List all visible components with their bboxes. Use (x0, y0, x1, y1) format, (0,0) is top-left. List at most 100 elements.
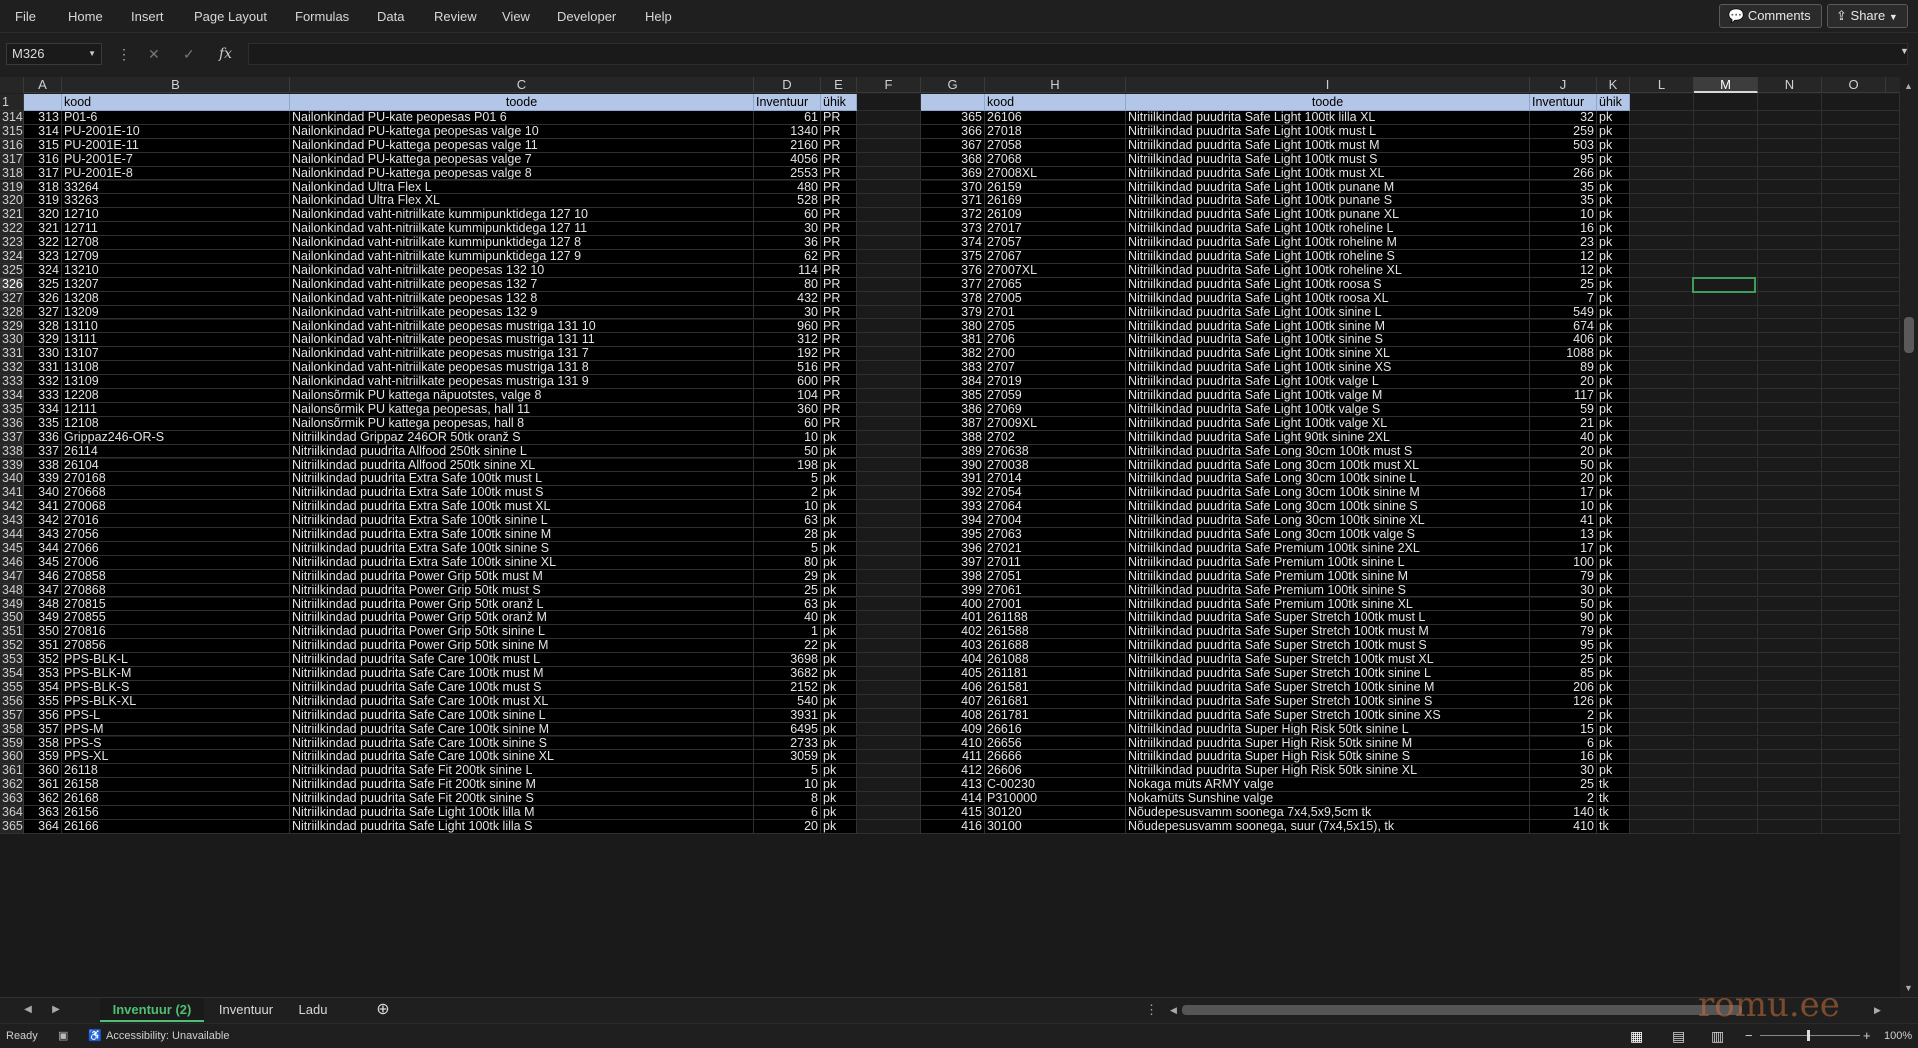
cell-kood[interactable]: 27064 (985, 500, 1126, 515)
cell-toode[interactable]: Nitriilkindad puudrita Power Grip 50tk m… (290, 583, 754, 598)
cell-toode[interactable]: Nitriilkindad puudrita Safe Light 100tk … (1126, 291, 1530, 306)
header-cell-uhik[interactable]: ühik (1597, 94, 1630, 111)
cell[interactable] (857, 569, 921, 584)
cell-inventuur[interactable]: 30 (1530, 764, 1597, 779)
row-header[interactable]: 340 (0, 472, 24, 487)
cell-g[interactable]: 367 (921, 138, 985, 153)
cell-uhik[interactable]: PR (821, 152, 857, 167)
cell-inventuur[interactable]: 12 (1530, 250, 1597, 264)
cell[interactable] (1630, 500, 1694, 515)
row-header[interactable]: 347 (0, 569, 24, 584)
cell[interactable] (1630, 180, 1694, 195)
cell-toode[interactable]: Nitriilkindad puudrita Safe Light 100tk … (1126, 250, 1530, 264)
cell[interactable] (1694, 555, 1758, 570)
cell[interactable] (1630, 124, 1694, 139)
cell-uhik[interactable]: pk (1597, 694, 1630, 709)
cell[interactable] (1758, 736, 1822, 751)
header-cell-kood[interactable]: kood (62, 94, 290, 111)
cell-toode[interactable]: Nitriilkindad puudrita Safe Light 100tk … (1126, 138, 1530, 153)
cell[interactable] (857, 806, 921, 820)
cell[interactable] (1694, 528, 1758, 542)
cell-g[interactable]: 375 (921, 250, 985, 264)
row-header[interactable]: 363 (0, 792, 24, 806)
cell-g[interactable]: 398 (921, 569, 985, 584)
cell-kood[interactable]: PPS-S (62, 736, 290, 751)
cell-inventuur[interactable]: 266 (1530, 166, 1597, 181)
cell-a[interactable]: 348 (24, 597, 62, 612)
cell[interactable] (857, 236, 921, 250)
cell-inventuur[interactable]: 540 (754, 694, 821, 709)
cell-kood[interactable]: PPS-BLK-M (62, 667, 290, 681)
cell-kood[interactable]: 270856 (62, 639, 290, 654)
cell[interactable] (1822, 514, 1900, 528)
cell[interactable] (857, 152, 921, 167)
cell[interactable] (1822, 667, 1900, 681)
cell[interactable] (1630, 319, 1694, 334)
cell[interactable] (1694, 514, 1758, 528)
row-header[interactable]: 364 (0, 806, 24, 820)
cell-toode[interactable]: Nitriilkindad puudrita Safe Super Stretc… (1126, 639, 1530, 654)
cell-inventuur[interactable]: 63 (754, 514, 821, 528)
row-header[interactable]: 356 (0, 694, 24, 709)
cell[interactable] (1758, 124, 1822, 139)
menu-page-layout[interactable]: Page Layout (194, 0, 267, 33)
cell[interactable] (1758, 333, 1822, 348)
cell-a[interactable]: 364 (24, 819, 62, 834)
cell-kood[interactable]: P310000 (985, 792, 1126, 806)
cell-kood[interactable]: 26156 (62, 806, 290, 820)
cell-kood[interactable]: 26606 (985, 764, 1126, 779)
cell-uhik[interactable]: PR (821, 416, 857, 431)
cell-a[interactable]: 339 (24, 472, 62, 487)
cell[interactable] (1694, 236, 1758, 250)
cell[interactable] (1758, 680, 1822, 695)
cell-inventuur[interactable]: 360 (754, 402, 821, 417)
cell-toode[interactable]: Nitriilkindad puudrita Safe Super Stretc… (1126, 694, 1530, 709)
cell[interactable] (1694, 277, 1758, 292)
cell-uhik[interactable]: pk (821, 541, 857, 556)
cell[interactable] (1630, 291, 1694, 306)
cell-g[interactable]: 372 (921, 208, 985, 223)
cell[interactable] (1758, 111, 1822, 125)
cell[interactable] (1822, 555, 1900, 570)
row-header[interactable]: 314 (0, 111, 24, 125)
cell-uhik[interactable]: pk (821, 597, 857, 612)
cell[interactable] (1822, 277, 1900, 292)
cell[interactable] (1822, 722, 1900, 737)
cell-toode[interactable]: Nitriilkindad puudrita Safe Long 30cm 10… (1126, 500, 1530, 515)
cell-inventuur[interactable]: 2 (1530, 708, 1597, 723)
cell-toode[interactable]: Nailonkindad vaht-nitriilkate peopesas m… (290, 375, 754, 389)
cell-inventuur[interactable]: 10 (1530, 208, 1597, 223)
cell-uhik[interactable]: pk (821, 625, 857, 640)
cell-kood[interactable]: 27057 (985, 236, 1126, 250)
cell-uhik[interactable]: pk (1597, 152, 1630, 167)
cell-uhik[interactable]: PR (821, 319, 857, 334)
sheet-tab-inventuur-2[interactable]: Inventuur (2) (100, 998, 204, 1022)
cell-inventuur[interactable]: 8 (754, 792, 821, 806)
cell-toode[interactable]: Nitriilkindad puudrita Safe Light 100tk … (1126, 389, 1530, 403)
cell-uhik[interactable]: pk (1597, 208, 1630, 223)
cell-g[interactable]: 397 (921, 555, 985, 570)
row-header[interactable]: 330 (0, 333, 24, 348)
cell[interactable] (1694, 611, 1758, 626)
zoom-out-icon[interactable]: − (1745, 1024, 1753, 1048)
cell-inventuur[interactable]: 60 (754, 416, 821, 431)
cell-inventuur[interactable]: 1 (754, 625, 821, 640)
menu-insert[interactable]: Insert (131, 0, 164, 33)
cell-inventuur[interactable]: 36 (754, 236, 821, 250)
cell-kood[interactable]: PU-2001E-7 (62, 152, 290, 167)
cell-uhik[interactable]: pk (821, 806, 857, 820)
cell[interactable] (1630, 680, 1694, 695)
cell-uhik[interactable]: PR (821, 305, 857, 320)
cell-toode[interactable]: Nokaga müts ARMY valge (1126, 778, 1530, 793)
cell-g[interactable]: 410 (921, 736, 985, 751)
cell[interactable] (1694, 402, 1758, 417)
cell-g[interactable]: 408 (921, 708, 985, 723)
row-header[interactable]: 323 (0, 236, 24, 250)
cell[interactable] (1822, 708, 1900, 723)
cell-inventuur[interactable]: 17 (1530, 486, 1597, 501)
cell-toode[interactable]: Nitriilkindad puudrita Extra Safe 100tk … (290, 555, 754, 570)
cell[interactable] (921, 94, 985, 111)
column-header-h[interactable]: H (985, 77, 1126, 93)
cell-inventuur[interactable]: 89 (1530, 361, 1597, 376)
cell-a[interactable]: 340 (24, 486, 62, 501)
